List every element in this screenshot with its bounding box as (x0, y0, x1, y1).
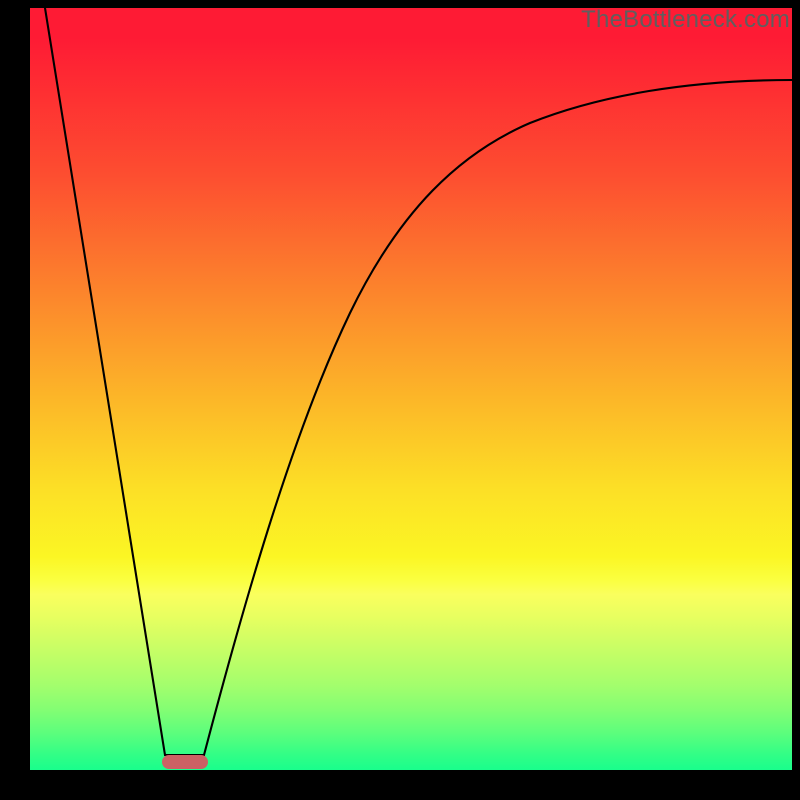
curve-path (45, 8, 792, 755)
chart-frame: TheBottleneck.com (0, 0, 800, 800)
plot-area (30, 8, 792, 770)
watermark-text: TheBottleneck.com (581, 6, 790, 34)
bottleneck-curve (30, 8, 792, 770)
optimal-marker (162, 755, 208, 769)
